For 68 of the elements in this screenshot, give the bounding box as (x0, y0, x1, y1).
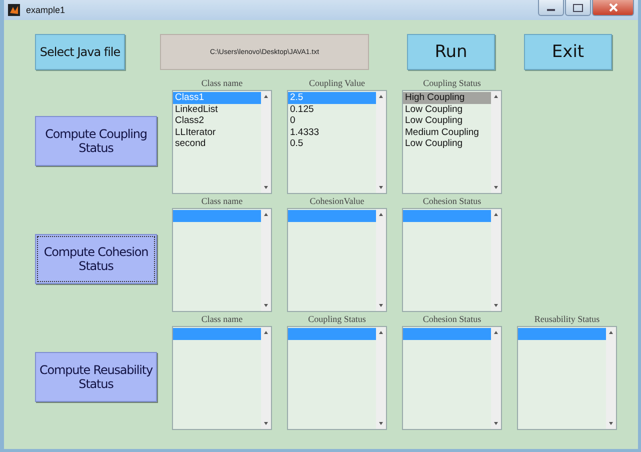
scroll-bar[interactable] (261, 209, 271, 311)
scroll-up-icon[interactable] (264, 331, 268, 334)
scroll-up-icon[interactable] (264, 213, 268, 216)
list-item[interactable]: Low Coupling (403, 104, 491, 115)
scroll-down-icon[interactable] (264, 304, 268, 307)
column-heading: Class name (200, 195, 244, 208)
scroll-down-icon[interactable] (264, 186, 268, 189)
list-item[interactable]: LinkedList (173, 104, 261, 115)
app-icon (8, 4, 20, 16)
scroll-bar[interactable] (376, 91, 386, 193)
scroll-bar[interactable] (261, 91, 271, 193)
scroll-bar[interactable] (606, 327, 616, 429)
column-heading: Coupling Status (307, 313, 367, 326)
scroll-down-icon[interactable] (609, 422, 613, 425)
scroll-up-icon[interactable] (264, 95, 268, 98)
scroll-up-icon[interactable] (494, 95, 498, 98)
scroll-bar[interactable] (261, 327, 271, 429)
column-heading: Cohesion Status (422, 195, 482, 208)
scroll-bar[interactable] (376, 327, 386, 429)
list-item[interactable]: High Coupling (403, 92, 491, 104)
close-button[interactable] (592, 0, 634, 16)
column-heading: Coupling Value (308, 77, 366, 90)
list-item[interactable]: Medium Coupling (403, 126, 491, 138)
list-box[interactable]: 2.5 0.125 0 1.4333 0.5 (287, 90, 387, 194)
select-file-button[interactable]: Select Java file (35, 34, 125, 70)
column-heading: Class name (200, 313, 244, 326)
list-item[interactable]: 0.5 (288, 138, 376, 150)
scroll-down-icon[interactable] (264, 422, 268, 425)
list-item[interactable]: second (173, 138, 261, 150)
scroll-down-icon[interactable] (379, 186, 383, 189)
list-box[interactable]: High Coupling Low Coupling Low Coupling Medium Coupling Low Coupling (402, 90, 502, 194)
exit-button[interactable]: Exit (524, 34, 612, 70)
close-icon (608, 3, 618, 12)
scroll-down-icon[interactable] (494, 186, 498, 189)
column-heading: Reusability Status (533, 313, 601, 326)
minimize-button[interactable] (538, 0, 564, 16)
scroll-up-icon[interactable] (494, 331, 498, 334)
run-button[interactable]: Run (407, 34, 495, 70)
scroll-down-icon[interactable] (494, 422, 498, 425)
column-heading: CohesionValue (308, 195, 366, 208)
scroll-bar[interactable] (491, 327, 501, 429)
list-box[interactable]: Class1 LinkedList Class2 LLIterator second (172, 90, 272, 194)
window-title: example1 (26, 5, 66, 15)
list-item[interactable]: 0.125 (288, 104, 376, 115)
compute-button[interactable]: Compute Coupling Status (35, 116, 157, 166)
maximize-button[interactable] (565, 0, 591, 16)
compute-button[interactable]: Compute Reusability Status (35, 352, 157, 402)
scroll-down-icon[interactable] (494, 304, 498, 307)
list-item[interactable]: LLIterator (173, 126, 261, 138)
scroll-bar[interactable] (491, 209, 501, 311)
scroll-up-icon[interactable] (379, 95, 383, 98)
column-heading: Cohesion Status (422, 313, 482, 326)
list-item[interactable]: 0 (288, 115, 376, 126)
list-item[interactable]: Class2 (173, 115, 261, 126)
list-item[interactable]: 1.4333 (288, 126, 376, 138)
scroll-bar[interactable] (491, 91, 501, 193)
scroll-up-icon[interactable] (494, 213, 498, 216)
scroll-bar[interactable] (376, 209, 386, 311)
column-heading: Class name (200, 77, 244, 90)
list-item[interactable]: Low Coupling (403, 115, 491, 126)
compute-button[interactable]: Compute Cohesion Status (35, 234, 157, 284)
column-heading: Coupling Status (422, 77, 482, 90)
list-item[interactable]: Low Coupling (403, 138, 491, 150)
scroll-up-icon[interactable] (609, 331, 613, 334)
scroll-down-icon[interactable] (379, 422, 383, 425)
scroll-up-icon[interactable] (379, 213, 383, 216)
scroll-down-icon[interactable] (379, 304, 383, 307)
scroll-up-icon[interactable] (379, 331, 383, 334)
